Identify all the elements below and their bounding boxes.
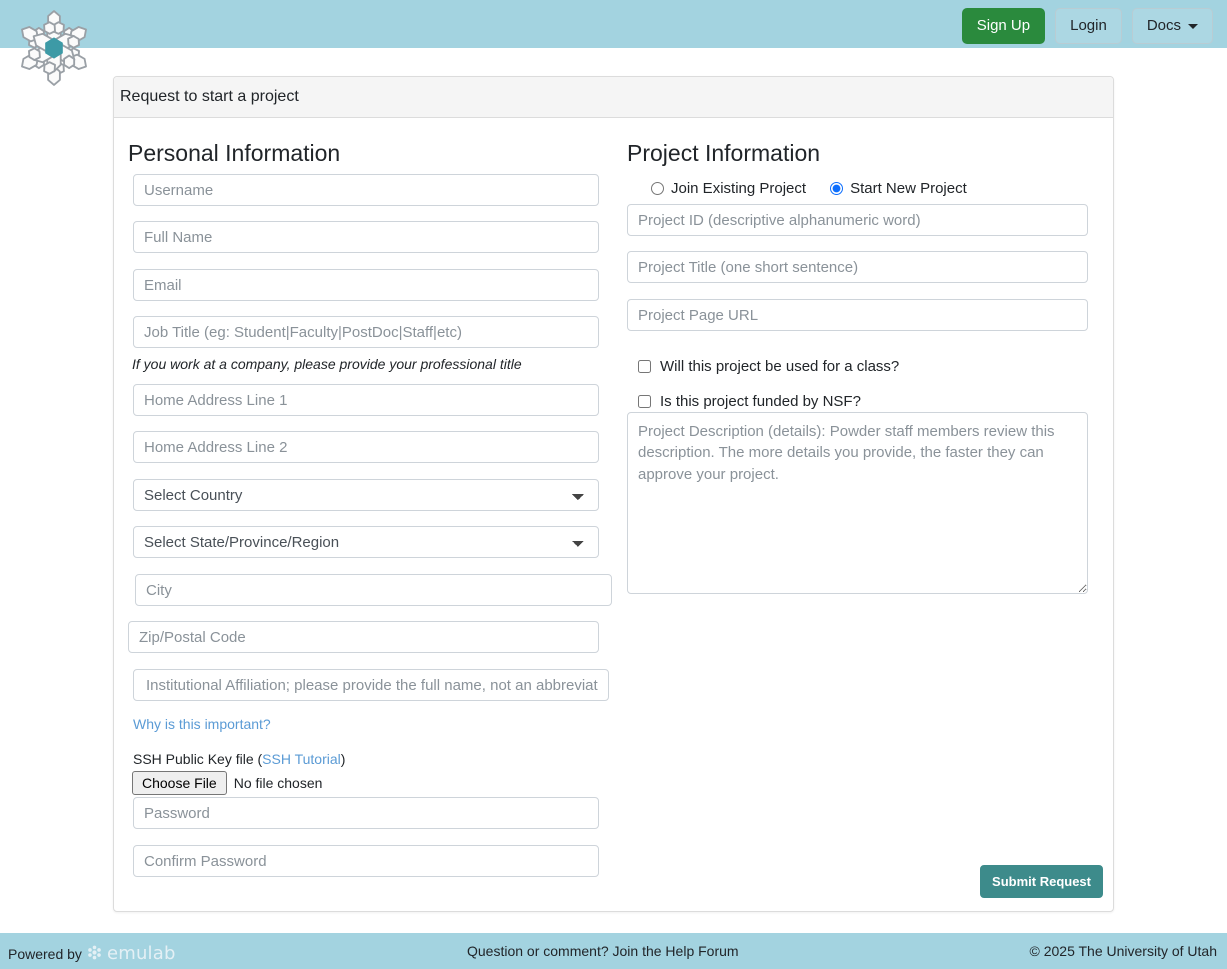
snowflake-icon	[21, 10, 87, 86]
card-header: Request to start a project	[114, 77, 1113, 118]
snowflake-logo[interactable]	[12, 6, 96, 90]
emulab-wordmark: emulab	[106, 943, 176, 964]
choose-file-button[interactable]: Choose File	[132, 771, 227, 795]
checkbox-funded-by-nsf-input[interactable]	[638, 395, 651, 408]
page-title: Request to start a project	[120, 88, 299, 105]
ssh-public-key-label: SSH Public Key file (SSH Tutorial)	[133, 751, 345, 769]
checkbox-funded-by-nsf-label: Is this project funded by NSF?	[660, 393, 861, 410]
institutional-affiliation-input[interactable]	[133, 669, 609, 701]
radio-start-new-project[interactable]: Start New Project	[830, 180, 967, 197]
email-input[interactable]	[133, 269, 599, 301]
checkbox-used-for-class-label: Will this project be used for a class?	[660, 358, 900, 375]
personal-information-heading: Personal Information	[128, 140, 341, 166]
radio-join-existing-project[interactable]: Join Existing Project	[651, 180, 806, 197]
checkbox-used-for-class-input[interactable]	[638, 360, 651, 373]
job-title-input[interactable]	[133, 316, 599, 348]
project-mode-radio-group: Join Existing Project Start New Project	[651, 180, 967, 197]
navbar-actions: Sign Up Login Docs	[961, 8, 1213, 44]
full-name-input[interactable]	[133, 221, 599, 253]
radio-join-existing-input[interactable]	[651, 182, 664, 195]
chevron-down-icon	[1188, 23, 1198, 29]
username-input[interactable]	[133, 174, 599, 206]
project-id-input[interactable]	[627, 204, 1088, 236]
radio-start-new-label: Start New Project	[850, 180, 967, 197]
why-important-link[interactable]: Why is this important?	[133, 716, 271, 732]
ssh-label-suffix: )	[340, 751, 346, 767]
radio-start-new-input[interactable]	[830, 182, 844, 195]
page-footer: Powered by emulab Question or comment? J…	[0, 933, 1227, 969]
radio-join-existing-label: Join Existing Project	[671, 180, 807, 197]
ssh-tutorial-link[interactable]: SSH Tutorial	[262, 751, 341, 767]
zip-postal-code-input[interactable]	[128, 621, 599, 653]
sign-up-button[interactable]: Sign Up	[961, 8, 1046, 44]
docs-dropdown-button[interactable]: Docs	[1131, 8, 1213, 44]
home-address-1-input[interactable]	[133, 384, 599, 416]
confirm-password-input[interactable]	[133, 845, 599, 877]
country-select[interactable]: Select Country	[133, 479, 599, 511]
checkbox-used-for-class[interactable]: Will this project be used for a class?	[638, 358, 899, 375]
card-body: Personal Information If you work at a co…	[114, 118, 1113, 911]
home-address-2-input[interactable]	[133, 431, 599, 463]
project-page-url-input[interactable]	[627, 299, 1088, 331]
login-button[interactable]: Login	[1055, 8, 1122, 44]
request-project-card: Request to start a project Personal Info…	[113, 76, 1114, 912]
footer-powered-by: Powered by emulab	[8, 943, 176, 964]
ssh-label-prefix: SSH Public Key file (	[133, 751, 263, 767]
footer-help-link[interactable]: Question or comment? Join the Help Forum	[467, 943, 739, 959]
job-title-helper-text: If you work at a company, please provide…	[132, 356, 522, 372]
city-input[interactable]	[135, 574, 612, 606]
project-description-textarea[interactable]	[627, 412, 1088, 594]
project-information-heading: Project Information	[627, 140, 821, 166]
password-input[interactable]	[133, 797, 599, 829]
ssh-file-picker[interactable]: Choose File No file chosen	[132, 771, 322, 795]
emulab-snowflake-icon	[87, 945, 102, 963]
footer-help-text: Question or comment? Join the Help Forum	[467, 943, 739, 959]
footer-copyright: © 2025 The University of Utah	[1029, 943, 1217, 959]
submit-request-button[interactable]: Submit Request	[980, 865, 1103, 898]
state-select[interactable]: Select State/Province/Region	[133, 526, 599, 558]
powered-by-label: Powered by	[8, 945, 82, 962]
top-navbar: Sign Up Login Docs	[0, 0, 1227, 48]
checkbox-funded-by-nsf[interactable]: Is this project funded by NSF?	[638, 393, 861, 410]
no-file-chosen-label: No file chosen	[233, 775, 323, 791]
docs-label: Docs	[1146, 17, 1181, 34]
project-title-input[interactable]	[627, 251, 1088, 283]
